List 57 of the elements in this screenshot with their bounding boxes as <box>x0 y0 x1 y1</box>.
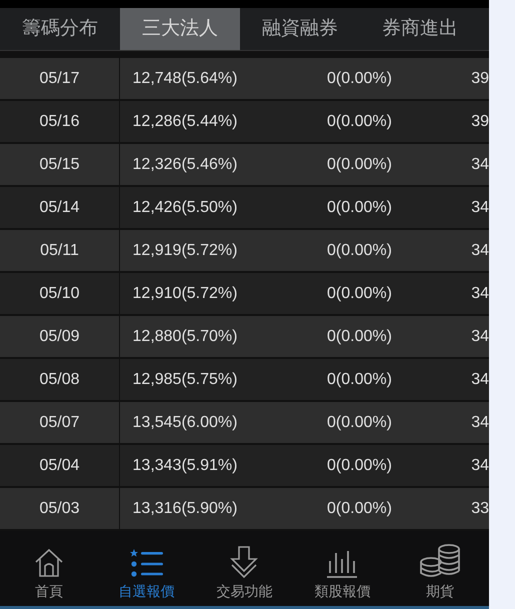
coins-icon <box>418 543 462 579</box>
table-cell: 13,343(5.91%) <box>132 456 238 474</box>
date-cell-text: 05/15 <box>39 154 80 174</box>
table-cell: 34 <box>471 370 489 388</box>
date-cell-text: 05/17 <box>39 68 80 88</box>
table-cell: 0(0.00%) <box>327 284 392 302</box>
date-cell-text: 05/03 <box>39 498 80 518</box>
tab[interactable]: 籌碼分布 <box>0 8 120 50</box>
table-cell: 12,919(5.72%) <box>132 242 238 258</box>
table-cell: 0(0.00%) <box>327 156 392 172</box>
table-cell: 12,326(5.46%) <box>132 156 238 172</box>
table-cell: 34 <box>471 328 489 344</box>
list-icon <box>128 547 165 579</box>
date-cell-text: 05/07 <box>39 412 80 432</box>
table-cell: 39 <box>471 70 489 86</box>
table-cell: 12,286(5.44%) <box>132 112 238 130</box>
table-cell: 12,426(5.50%) <box>132 198 238 216</box>
table-cell: 0(0.00%) <box>327 70 392 86</box>
table-cell: 12,910(5.72%) <box>132 284 238 302</box>
table-cell: 34 <box>471 414 489 430</box>
down-arrow-icon <box>229 545 260 579</box>
table-cell: 12,748(5.64%) <box>132 70 238 86</box>
date-cell-text: 05/10 <box>39 284 80 304</box>
nav-tab[interactable]: 類股報價 <box>293 531 392 606</box>
table-cell: 0(0.00%) <box>327 198 392 216</box>
table-cell: 34 <box>471 242 489 258</box>
table-cell: 12,880(5.70%) <box>132 328 238 344</box>
table-cell: 13,316(5.90%) <box>132 500 238 516</box>
nav-tab[interactable]: 交易功能 <box>196 531 294 606</box>
tab[interactable]: 融資融券 <box>240 8 360 50</box>
nav-tab[interactable]: 首頁 <box>0 531 98 606</box>
table-cell: 0(0.00%) <box>327 112 392 130</box>
date-cell-text: 05/11 <box>40 240 79 260</box>
tab[interactable]: 三大法人 <box>120 8 240 50</box>
table-cell: 34 <box>471 156 489 172</box>
date-cell-text: 05/16 <box>39 112 80 132</box>
table-cell: 33 <box>471 500 489 516</box>
date-cell-text: 05/08 <box>39 370 80 390</box>
table-cell: 0(0.00%) <box>327 414 392 430</box>
nav-tab[interactable]: 自選報價 <box>98 531 196 606</box>
table-cell: 34 <box>471 198 489 216</box>
table-cell: 39 <box>471 112 489 130</box>
table-cell: 34 <box>471 456 489 474</box>
table-cell: 0(0.00%) <box>327 328 392 344</box>
tab[interactable]: 券商進出 <box>360 8 480 50</box>
table-cell: 0(0.00%) <box>327 500 392 516</box>
table-cell: 0(0.00%) <box>327 370 392 388</box>
table-cell: 13,545(6.00%) <box>132 414 238 430</box>
date-cell-text: 05/14 <box>39 198 80 218</box>
table-cell: 0(0.00%) <box>327 456 392 474</box>
table-cell: 34 <box>471 284 489 302</box>
nav-tab[interactable]: 期貨 <box>391 531 489 606</box>
date-cell-text: 05/09 <box>39 326 80 346</box>
table-cell: 12,985(5.75%) <box>132 370 238 388</box>
date-cell-text: 05/04 <box>39 456 80 476</box>
home-icon <box>34 547 64 579</box>
table-cell: 0(0.00%) <box>327 242 392 258</box>
